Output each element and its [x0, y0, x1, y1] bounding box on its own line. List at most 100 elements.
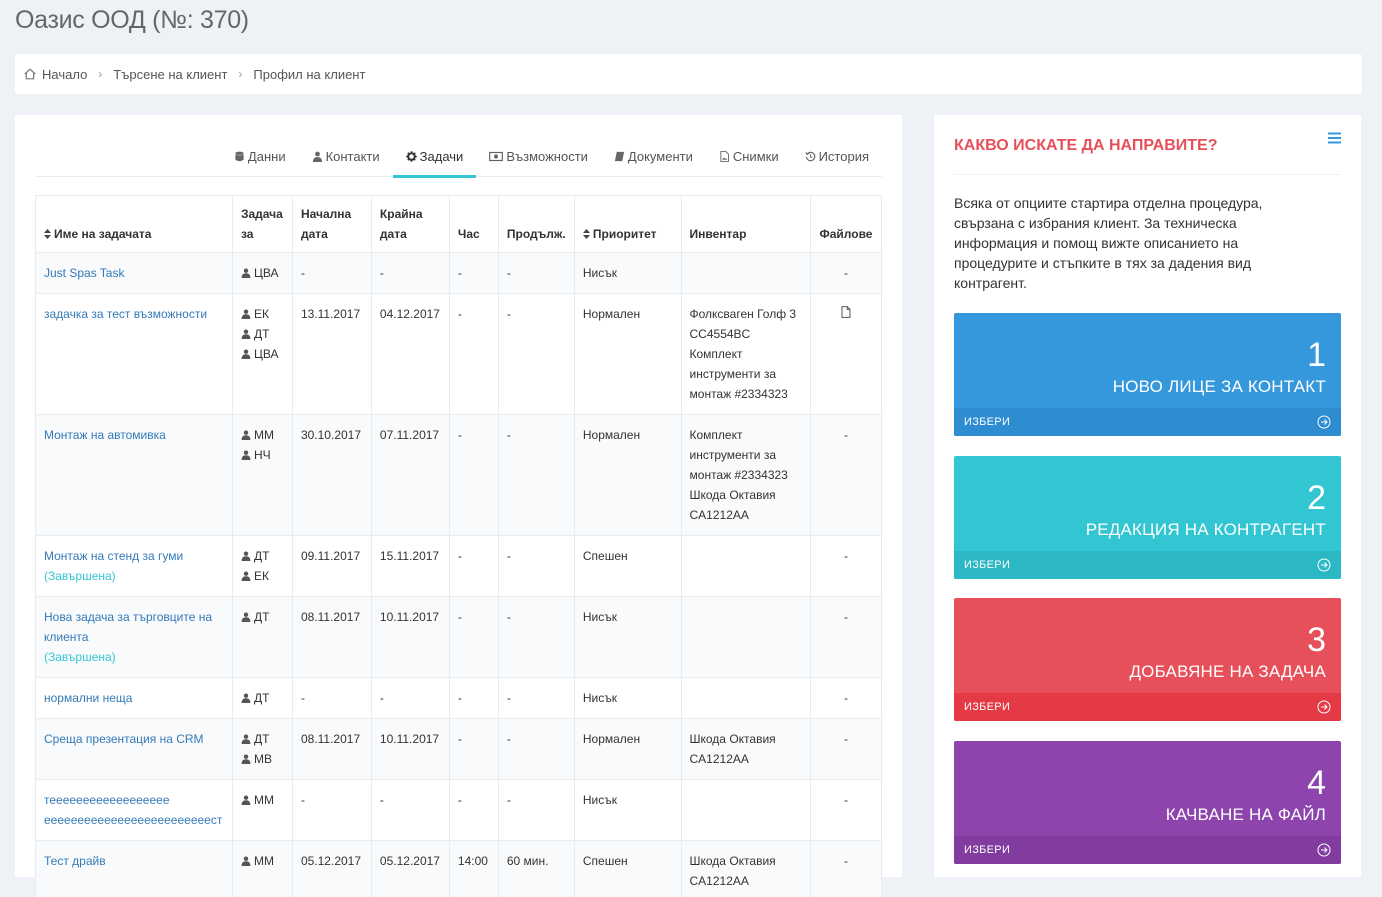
client-tasks-panel: Данни Контакти Задачи Възможности Докуме…: [15, 115, 902, 897]
action-tile-1[interactable]: 1 НОВО ЛИЦЕ ЗА КОНТАКТ ИЗБЕРИ: [954, 313, 1341, 436]
task-link[interactable]: Just Spas Task: [44, 266, 124, 280]
tab-tasks[interactable]: Задачи: [392, 135, 477, 178]
table-row: задачка за тест възможности ЕК ДТ ЦВА 13.11.…: [35, 293, 883, 415]
start-cell: 30.10.2017: [291, 414, 372, 536]
hamburger-menu-icon[interactable]: [1328, 131, 1341, 145]
start-cell: 08.11.2017: [291, 718, 372, 780]
column-header-duration: Продълж.: [497, 195, 575, 253]
time-cell: -: [448, 677, 499, 719]
tab-contacts[interactable]: Контакти: [299, 135, 393, 177]
file-icon[interactable]: [841, 306, 851, 318]
priority-cell: Спешен: [573, 840, 682, 897]
user-icon: [241, 693, 251, 703]
tab-history[interactable]: История: [792, 135, 882, 177]
tab-photos[interactable]: Снимки: [706, 135, 792, 177]
end-cell: -: [370, 252, 450, 294]
inventory-line: Шкода Октавия: [689, 732, 776, 746]
tab-opportunities[interactable]: Възможности: [476, 135, 601, 177]
tab-documents[interactable]: Документи: [601, 135, 706, 177]
priority-cell: Нисък: [573, 596, 682, 678]
tile-select-bar[interactable]: ИЗБЕРИ: [954, 693, 1341, 721]
actions-description: Всяка от опциите стартира отделна процед…: [954, 195, 1263, 291]
inventory-cell: [680, 779, 811, 841]
task-name-cell: Монтаж на автомивка: [35, 414, 233, 536]
task-link[interactable]: Тест драйв: [44, 854, 106, 868]
start-cell: 09.11.2017: [291, 535, 372, 597]
duration-cell: -: [497, 252, 575, 294]
end-cell: 10.11.2017: [370, 596, 450, 678]
tile-number: 2: [1307, 479, 1326, 517]
duration-cell: -: [497, 535, 575, 597]
assignee: ММ: [241, 425, 284, 445]
files-cell: -: [809, 718, 883, 780]
task-name-cell: Тест драйв: [35, 840, 233, 897]
action-tile-4[interactable]: 4 КАЧВАНЕ НА ФАЙЛ ИЗБЕРИ: [954, 741, 1341, 864]
task-link[interactable]: тееееееееееееееееее ееееееееееееееееееее…: [44, 793, 222, 827]
files-cell: -: [809, 840, 883, 897]
inventory-cell: [680, 252, 811, 294]
breadcrumb: Начало › Търсене на клиент › Профил на к…: [15, 54, 1362, 94]
tile-label: ДОБАВЯНЕ НА ЗАДАЧА: [1129, 662, 1326, 681]
files-cell: -: [809, 779, 883, 841]
assignee-cell: ММ: [231, 779, 293, 841]
table-row: Монтаж на стенд за гуми (Завършена) ДТ ЕК 09…: [35, 535, 883, 597]
assignee-cell: ММ: [231, 840, 293, 897]
task-link[interactable]: Монтаж на автомивка: [44, 428, 166, 442]
user-icon: [241, 450, 251, 460]
action-tile-3[interactable]: 3 ДОБАВЯНЕ НА ЗАДАЧА ИЗБЕРИ: [954, 598, 1341, 721]
user-icon: [241, 571, 251, 581]
assignee: НЧ: [241, 445, 284, 465]
end-cell: 04.12.2017: [370, 293, 450, 415]
tile-select-bar[interactable]: ИЗБЕРИ: [954, 551, 1341, 579]
tile-label: РЕДАКЦИЯ НА КОНТРАГЕНТ: [1085, 520, 1326, 539]
chevron-right-icon: ›: [98, 67, 103, 81]
action-tile-2[interactable]: 2 РЕДАКЦИЯ НА КОНТРАГЕНТ ИЗБЕРИ: [954, 456, 1341, 579]
user-icon: [312, 151, 322, 162]
assignee-cell: ДТ МВ: [231, 718, 293, 780]
tile-select-label: ИЗБЕРИ: [964, 416, 1011, 428]
user-icon: [241, 268, 251, 278]
money-icon: [489, 151, 504, 161]
inventory-line: Комплект: [689, 347, 743, 361]
inventory-line: CA1212AA: [689, 508, 749, 522]
task-link[interactable]: нормални неща: [44, 691, 132, 705]
column-header-priority[interactable]: Приоритет: [573, 195, 682, 253]
table-header-row: Име на задачата Задача за Начална дата К…: [35, 195, 883, 253]
actions-title: КАКВО ИСКАТЕ ДА НАПРАВИТЕ?: [954, 137, 1218, 154]
breadcrumb-client-search[interactable]: Търсене на клиент: [113, 67, 227, 82]
breadcrumb-home[interactable]: Начало: [23, 67, 87, 82]
tab-data[interactable]: Данни: [221, 135, 299, 177]
table-row: Нова задача за търговците на клиента (Зав…: [35, 596, 883, 678]
divider: [954, 174, 1341, 175]
assignee: ММ: [241, 790, 284, 810]
column-header-start-date: Начална дата: [291, 195, 372, 253]
duration-cell: -: [497, 293, 575, 415]
task-name-cell: тееееееееееееееееее ееееееееееееееееееее…: [35, 779, 233, 841]
table-row: тееееееееееееееееее ееееееееееееееееееее…: [35, 779, 883, 841]
inventory-line: инструменти за: [689, 367, 777, 381]
task-link[interactable]: задачка за тест възможности: [44, 307, 207, 321]
files-cell: -: [809, 252, 883, 294]
inventory-cell: [680, 677, 811, 719]
tile-label: КАЧВАНЕ НА ФАЙЛ: [1165, 805, 1326, 824]
priority-cell: Нисък: [573, 252, 682, 294]
user-icon: [241, 551, 251, 561]
task-link[interactable]: Среща презентация на CRM: [44, 732, 204, 746]
task-name-cell: Среща презентация на CRM: [35, 718, 233, 780]
task-name-cell: Монтаж на стенд за гуми (Завършена): [35, 535, 233, 597]
priority-cell: Нормален: [573, 718, 682, 780]
inventory-cell: Шкода Октавия CA1212AA: [680, 840, 811, 897]
tile-select-label: ИЗБЕРИ: [964, 844, 1011, 856]
tile-select-bar[interactable]: ИЗБЕРИ: [954, 836, 1341, 864]
start-cell: 13.11.2017: [291, 293, 372, 415]
column-header-name[interactable]: Име на задачата: [35, 195, 233, 253]
priority-cell: Нормален: [573, 414, 682, 536]
column-header-end-date: Крайна дата: [370, 195, 450, 253]
inventory-line: CA1212AA: [689, 874, 749, 888]
user-icon: [241, 309, 251, 319]
tile-select-bar[interactable]: ИЗБЕРИ: [954, 408, 1341, 436]
tasks-table: Име на задачата Задача за Начална дата К…: [35, 195, 883, 897]
task-link[interactable]: Монтаж на стенд за гуми: [44, 549, 183, 563]
task-link[interactable]: Нова задача за търговците на клиента: [44, 610, 212, 644]
inventory-line: CC4554BC: [689, 327, 751, 341]
